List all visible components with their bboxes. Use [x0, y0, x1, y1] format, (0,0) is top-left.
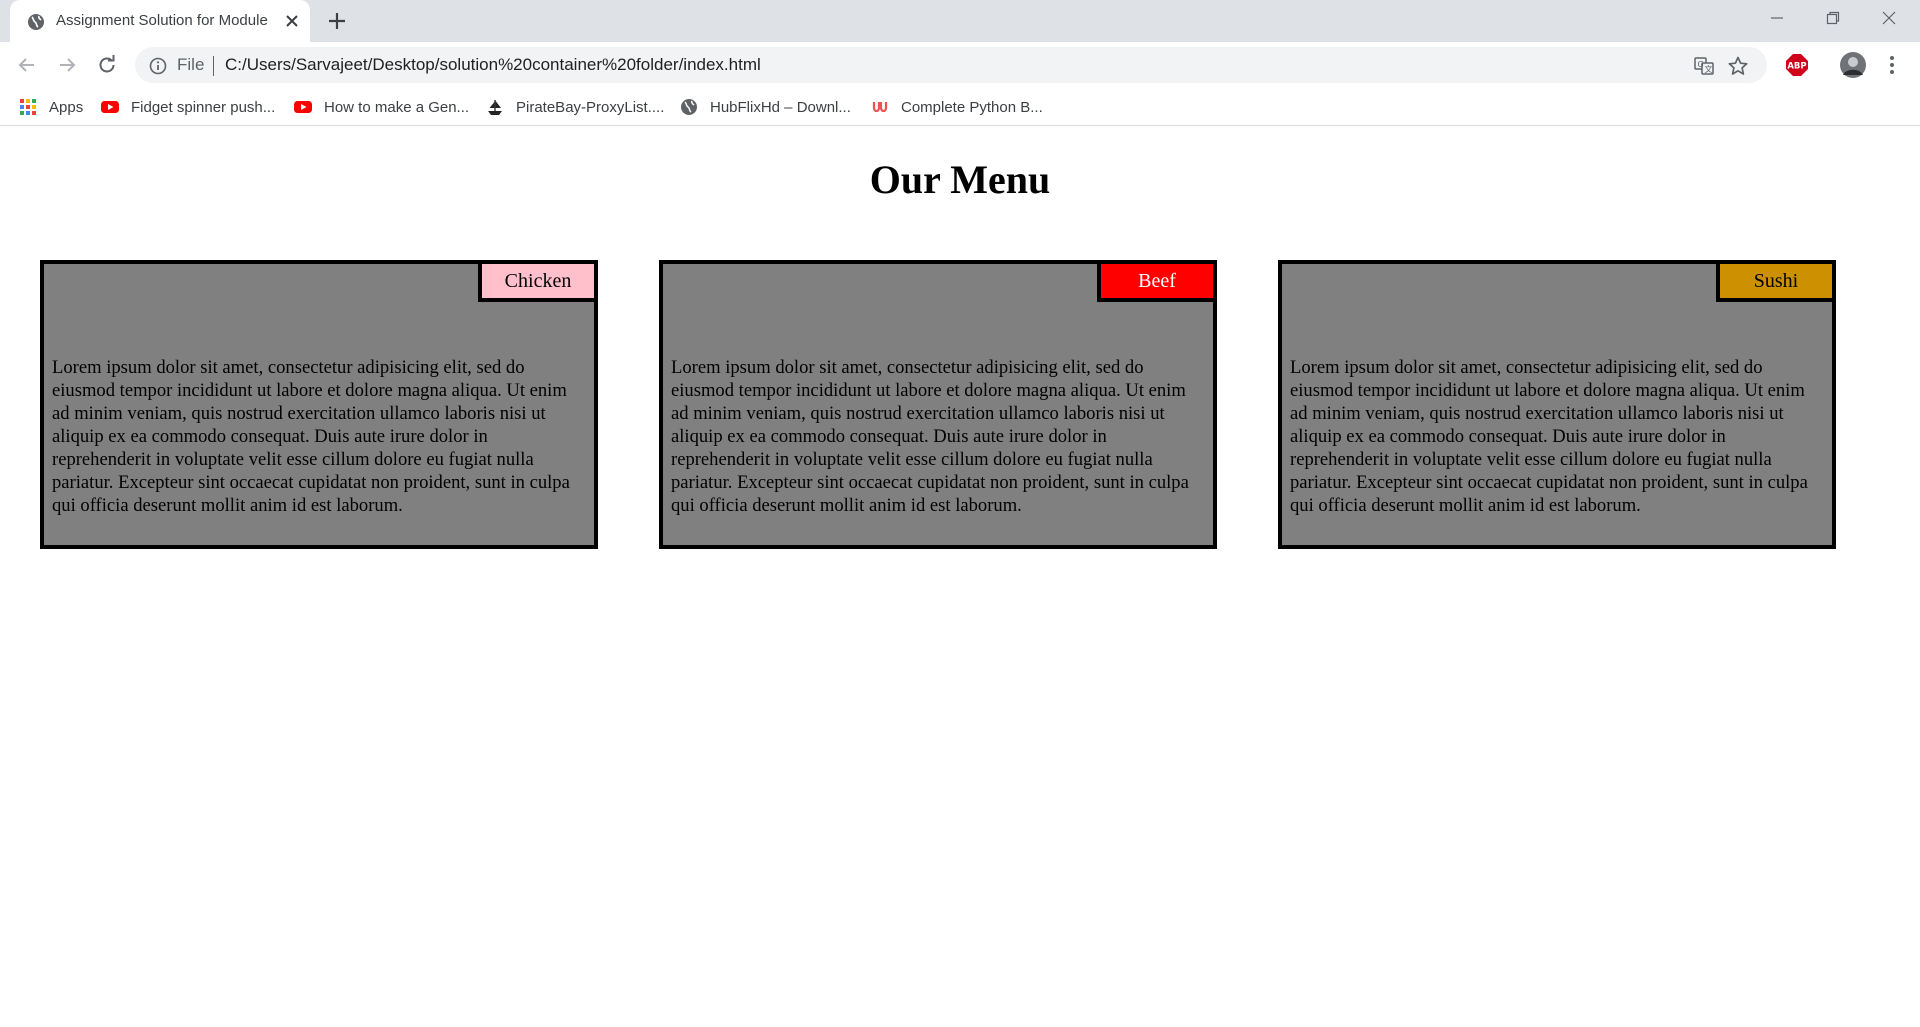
card-description: Lorem ipsum dolor sit amet, consectetur …	[1290, 357, 1808, 516]
bookmark-label: How to make a Gen...	[324, 98, 470, 116]
adblock-badge-text: ABP	[1787, 62, 1806, 72]
browser-toolbar: File C:/Users/Sarvajeet/Desktop/solution…	[0, 42, 1920, 88]
svg-text:文: 文	[1705, 64, 1713, 74]
reload-icon[interactable]	[93, 51, 121, 79]
card-label-sushi: Sushi	[1716, 260, 1836, 302]
browser-tab[interactable]: Assignment Solution for Module	[10, 0, 310, 42]
bookmark-how-to-make[interactable]: How to make a Gen...	[294, 96, 469, 118]
forward-icon[interactable]	[53, 51, 81, 79]
card-description: Lorem ipsum dolor sit amet, consectetur …	[671, 357, 1189, 516]
bookmark-piratebay[interactable]: PirateBay-ProxyList....	[486, 96, 664, 118]
menu-card-chicken: Chicken Lorem ipsum dolor sit amet, cons…	[40, 260, 598, 549]
bookmark-label: PirateBay-ProxyList....	[516, 98, 665, 116]
window-close-icon[interactable]	[1862, 0, 1916, 36]
translate-icon[interactable]: G文	[1693, 55, 1715, 77]
profile-avatar[interactable]	[1839, 51, 1867, 79]
bookmark-complete-python[interactable]: Complete Python B...	[871, 96, 1043, 118]
card-label-beef: Beef	[1097, 260, 1217, 302]
globe-icon	[680, 98, 698, 116]
bookmark-apps[interactable]: Apps	[19, 96, 83, 118]
back-icon[interactable]	[13, 51, 41, 79]
apps-grid-icon	[19, 98, 37, 116]
tab-strip: Assignment Solution for Module	[0, 0, 1920, 42]
card-label-chicken: Chicken	[478, 260, 598, 302]
youtube-icon	[101, 98, 119, 116]
tab-title: Assignment Solution for Module	[56, 12, 268, 29]
card-description: Lorem ipsum dolor sit amet, consectetur …	[52, 357, 570, 516]
url-text[interactable]: C:/Users/Sarvajeet/Desktop/solution%20co…	[225, 55, 761, 75]
address-bar[interactable]: File C:/Users/Sarvajeet/Desktop/solution…	[135, 47, 1767, 83]
bookmark-label: Apps	[49, 98, 84, 116]
bookmarks-bar: Apps Fidget spinner push... How to make …	[0, 88, 1920, 126]
svg-text:G: G	[1698, 60, 1704, 69]
bookmark-hubflixhd[interactable]: HubFlixHd – Downl...	[680, 96, 851, 118]
globe-icon	[26, 12, 46, 32]
new-tab-icon[interactable]	[326, 10, 348, 32]
bookmark-label: HubFlixHd – Downl...	[710, 98, 851, 116]
bookmark-star-icon[interactable]	[1727, 55, 1749, 77]
bookmark-fidget-spinner[interactable]: Fidget spinner push...	[101, 96, 275, 118]
adblock-plus-icon[interactable]: ABP	[1783, 51, 1811, 79]
bookmark-label: Fidget spinner push...	[131, 98, 276, 116]
youtube-icon	[294, 98, 312, 116]
restore-icon[interactable]	[1806, 0, 1860, 36]
more-menu-icon[interactable]	[1878, 51, 1906, 79]
page-title: Our Menu	[869, 157, 1051, 202]
menu-card-beef: Beef Lorem ipsum dolor sit amet, consect…	[659, 260, 1217, 549]
scheme-label: File	[177, 55, 205, 74]
info-icon[interactable]	[149, 57, 167, 75]
bookmark-label: Complete Python B...	[901, 98, 1043, 116]
close-icon[interactable]	[282, 11, 302, 31]
udemy-icon	[871, 98, 889, 116]
omnibox-divider	[213, 56, 214, 76]
pirate-ship-icon	[486, 98, 504, 116]
minimize-icon[interactable]	[1750, 0, 1804, 36]
menu-card-sushi: Sushi Lorem ipsum dolor sit amet, consec…	[1278, 260, 1836, 549]
